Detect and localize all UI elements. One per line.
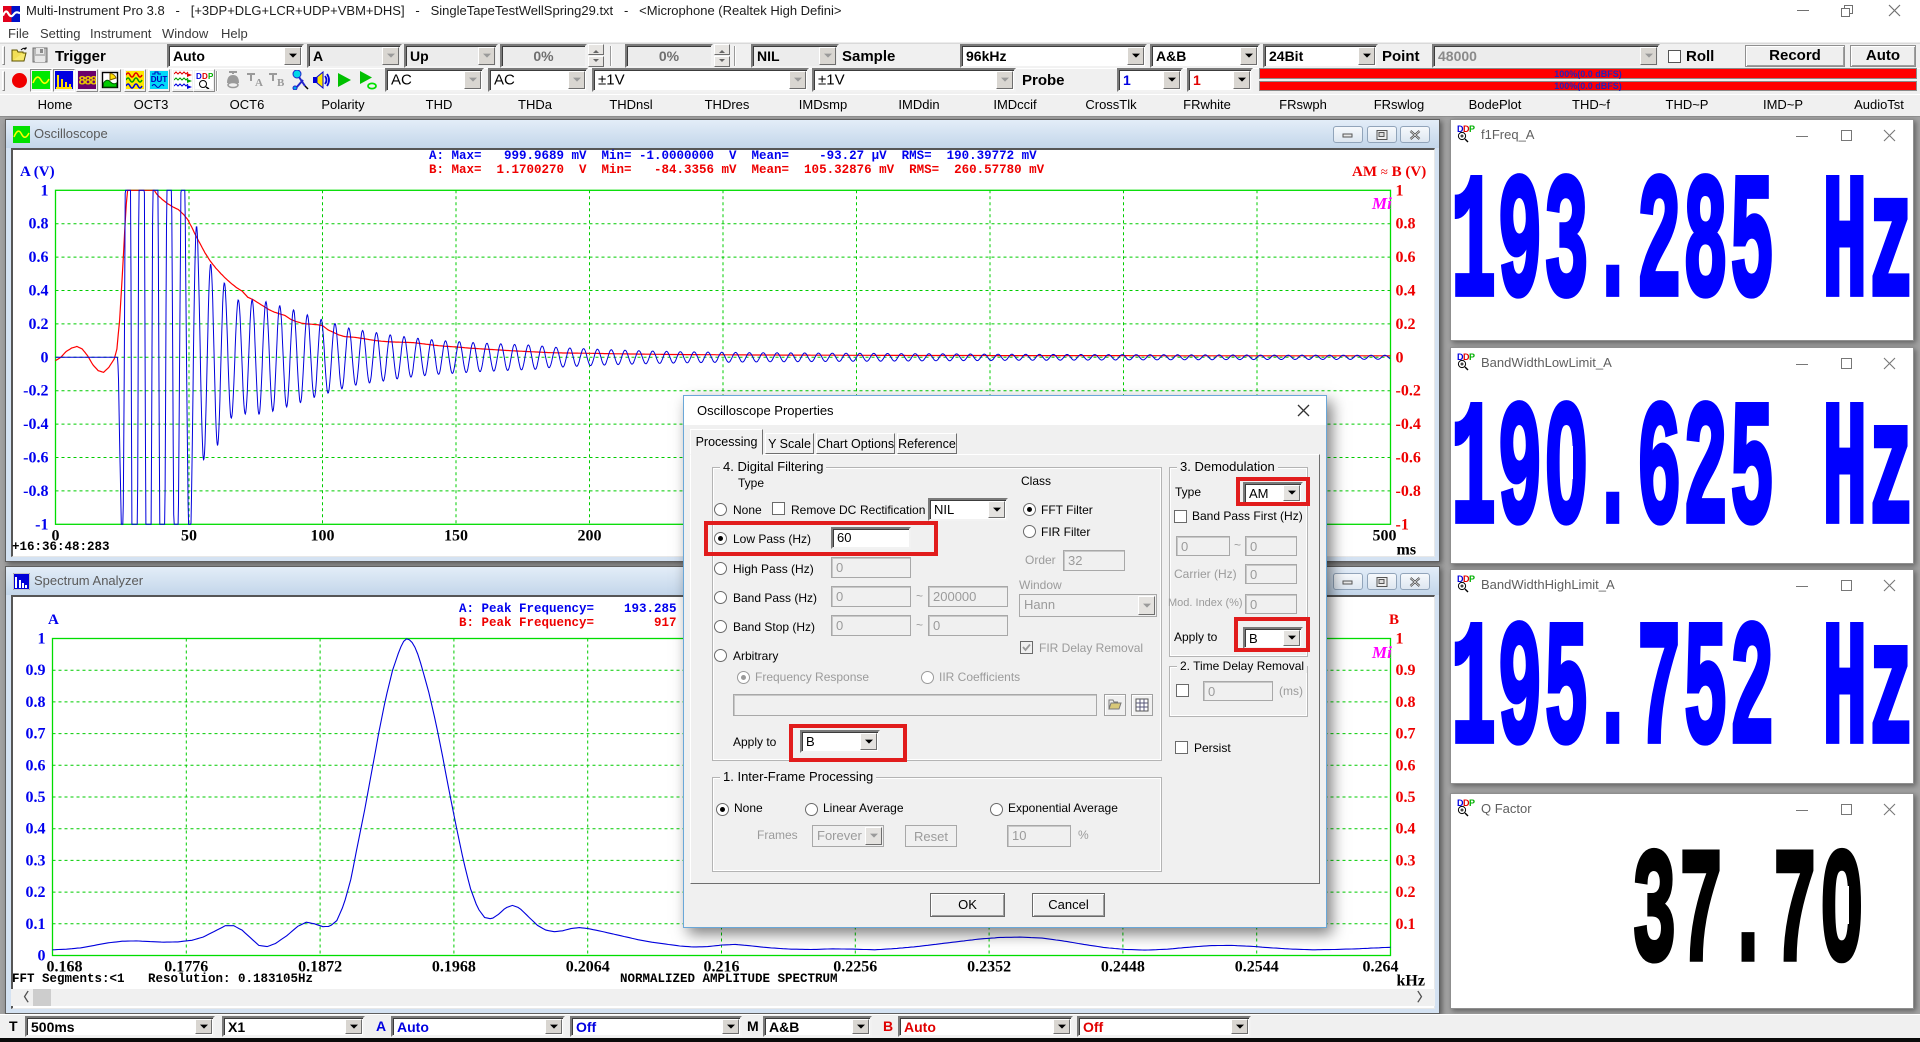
svg-text:0.5: 0.5 [26, 789, 46, 806]
svg-text:0.1: 0.1 [1396, 916, 1416, 933]
svg-text:0: 0 [41, 349, 49, 366]
svg-text:200: 200 [578, 527, 602, 544]
svg-text:1: 1 [1396, 631, 1404, 648]
svg-text:1: 1 [41, 182, 49, 199]
svg-text:-0.6: -0.6 [23, 450, 48, 467]
svg-text:B: Max= 1.1700270 V Min=: B: Max= 1.1700270 V Min= -84.3356 mV Mea… [429, 163, 1045, 177]
svg-text:0.8: 0.8 [26, 694, 46, 711]
svg-text:0.2: 0.2 [1396, 884, 1416, 901]
svg-text:0.3: 0.3 [26, 852, 46, 869]
svg-text:-0.2: -0.2 [23, 383, 48, 400]
svg-text:0.2: 0.2 [1396, 316, 1416, 333]
svg-text:Resolution: 0.183105Hz: Resolution: 0.183105Hz [148, 972, 313, 986]
svg-text:0.6: 0.6 [29, 249, 49, 266]
svg-text:NORMALIZED AMPLITUDE SPECTRUM: NORMALIZED AMPLITUDE SPECTRUM [620, 972, 838, 986]
svg-text:ms: ms [1397, 541, 1417, 557]
svg-text:A: Peak Frequency= 193.285: A: Peak Frequency= 193.285 Hz [459, 602, 707, 616]
svg-text:0: 0 [1396, 349, 1404, 366]
svg-text:0.8: 0.8 [1396, 694, 1416, 711]
svg-text:B: B [277, 77, 285, 88]
svg-text:0.1968: 0.1968 [432, 959, 476, 976]
svg-text:DUT: DUT [151, 75, 168, 84]
svg-text:0.4: 0.4 [1396, 283, 1416, 300]
svg-text:193.285 Hz: 193.285 Hz [1451, 147, 1913, 340]
svg-text:-0.2: -0.2 [1396, 383, 1421, 400]
svg-text:P: P [208, 72, 213, 81]
svg-text:A: Max= 999.9689 mV Min= -1: A: Max= 999.9689 mV Min= -1.0000000 V Me… [429, 149, 1037, 163]
svg-text:190.625 Hz: 190.625 Hz [1451, 374, 1913, 563]
svg-text:-0.4: -0.4 [1396, 416, 1421, 433]
svg-text:0.3: 0.3 [1396, 852, 1416, 869]
svg-text:0.2544: 0.2544 [1235, 959, 1279, 976]
svg-text:0.2352: 0.2352 [967, 959, 1011, 976]
svg-text:0.6: 0.6 [1396, 757, 1416, 774]
svg-text:A: A [255, 77, 263, 88]
svg-text:0.4: 0.4 [29, 283, 49, 300]
svg-text:FFT Segments:<1: FFT Segments:<1 [12, 972, 125, 986]
svg-text:A (V): A (V) [20, 164, 55, 180]
svg-text:0.4: 0.4 [26, 821, 46, 838]
svg-text:1: 1 [38, 631, 46, 648]
svg-text:0.4: 0.4 [1396, 821, 1416, 838]
svg-text:150: 150 [444, 527, 468, 544]
svg-text:Mi: Mi [1371, 643, 1392, 662]
svg-text:B: B [1389, 612, 1399, 628]
svg-text:-0.8: -0.8 [1396, 483, 1421, 500]
svg-text:500: 500 [1373, 527, 1397, 544]
svg-text:0.2256: 0.2256 [833, 959, 877, 976]
svg-text:-0.8: -0.8 [23, 483, 48, 500]
svg-text:-0.4: -0.4 [23, 416, 48, 433]
svg-text:0.2064: 0.2064 [566, 959, 610, 976]
svg-text:0.8: 0.8 [29, 216, 49, 233]
svg-text:0.6: 0.6 [1396, 249, 1416, 266]
svg-text:50: 50 [181, 527, 197, 544]
svg-text:A: A [48, 612, 59, 628]
svg-text:0.2: 0.2 [29, 316, 49, 333]
svg-text:0.9: 0.9 [1396, 662, 1416, 679]
svg-text:Mi: Mi [1371, 194, 1392, 213]
svg-text:0.9: 0.9 [26, 662, 46, 679]
svg-text:B: Peak Frequency= 917: B: Peak Frequency= 917 mHz [459, 616, 707, 630]
svg-text:kHz: kHz [1397, 973, 1425, 990]
svg-text:AM ≈ B (V): AM ≈ B (V) [1352, 164, 1426, 180]
svg-text:0.8: 0.8 [1396, 216, 1416, 233]
svg-text:-1: -1 [1396, 516, 1409, 533]
svg-text:0.1: 0.1 [26, 916, 46, 933]
svg-text:0.6: 0.6 [26, 757, 46, 774]
svg-text:0: 0 [38, 948, 46, 965]
svg-text:-1: -1 [35, 516, 48, 533]
svg-text:37.70: 37.70 [1632, 824, 1867, 1008]
svg-text:0.7: 0.7 [1396, 726, 1416, 743]
svg-text:100: 100 [311, 527, 335, 544]
svg-text:0.264: 0.264 [1363, 959, 1399, 976]
svg-text:195.752 Hz: 195.752 Hz [1451, 594, 1913, 783]
svg-text:0.5: 0.5 [1396, 789, 1416, 806]
svg-text:+16:36:48:283: +16:36:48:283 [12, 540, 110, 554]
svg-text:0.2448: 0.2448 [1101, 959, 1145, 976]
svg-text:1: 1 [1396, 182, 1404, 199]
svg-text:0.7: 0.7 [26, 726, 46, 743]
svg-text:-0.6: -0.6 [1396, 450, 1421, 467]
svg-text:888: 888 [78, 74, 96, 89]
svg-text:0.2: 0.2 [26, 884, 46, 901]
